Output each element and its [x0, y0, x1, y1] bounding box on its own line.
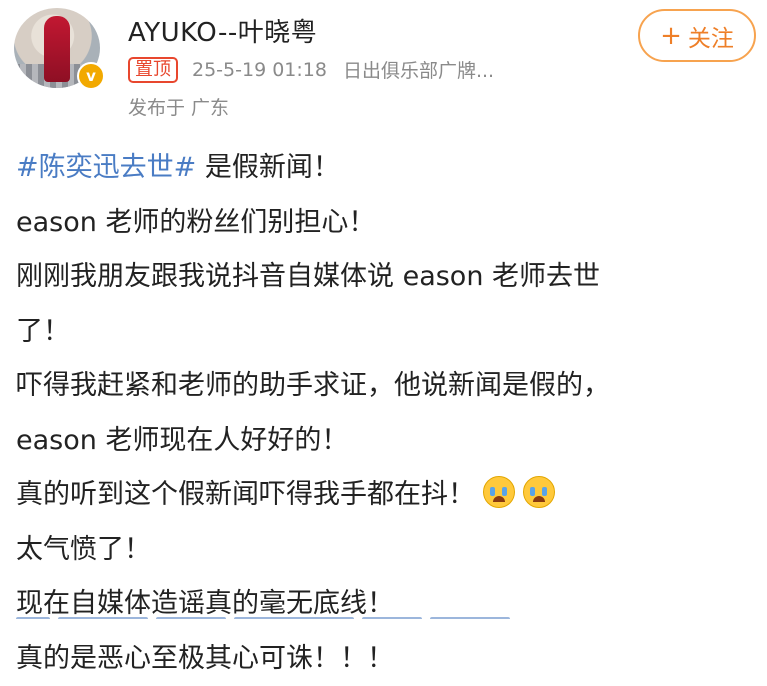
follow-button[interactable]: + 关注 [638, 9, 756, 62]
verified-badge-icon: v [77, 62, 105, 90]
content-line: eason 老师的粉丝们别担心！ [16, 196, 756, 251]
content-line: 吓得我赶紧和老师的助手求证，他说新闻是假的， [16, 359, 756, 414]
post-location: 发布于 广东 [128, 93, 229, 120]
avatar-figure [44, 16, 70, 82]
pinned-badge: 置顶 [128, 57, 178, 83]
content-line-with-emoji: 真的听到这个假新闻吓得我手都在抖！ [16, 468, 756, 523]
crying-face-icon [523, 476, 555, 508]
post-timestamp: 25-5-19 01:18 [192, 59, 327, 81]
content-text: 真的听到这个假新闻吓得我手都在抖！ [16, 479, 475, 510]
post-header: v AYUKO--叶晓粤 + 关注 置顶 25-5-19 01:18 日出俱乐部… [0, 0, 767, 130]
post-source[interactable]: 日出俱乐部广牌... [343, 56, 494, 83]
content-line: 真的是恶心至极其心可诛！！！ [16, 632, 756, 686]
post-meta: 置顶 25-5-19 01:18 日出俱乐部广牌... [128, 56, 494, 83]
crying-face-icon [483, 476, 515, 508]
content-line: eason 老师现在人好好的！ [16, 414, 756, 469]
clipped-next-line [16, 606, 616, 619]
plus-icon: + [660, 23, 682, 49]
follow-button-label: 关注 [688, 19, 734, 53]
username[interactable]: AYUKO--叶晓粤 [128, 12, 317, 49]
hashtag-link[interactable]: #陈奕迅去世# [16, 152, 196, 183]
content-line: 现在自媒体造谣真的毫无底线！ [16, 577, 756, 632]
content-line: 刚刚我朋友跟我说抖音自媒体说 eason 老师去世 [16, 250, 756, 305]
post-content: #陈奕迅去世# 是假新闻！ eason 老师的粉丝们别担心！ 刚刚我朋友跟我说抖… [16, 141, 756, 686]
content-line: 太气愤了！ [16, 523, 756, 578]
content-line-1: #陈奕迅去世# 是假新闻！ [16, 141, 756, 196]
content-text: 是假新闻！ [196, 152, 340, 183]
content-line: 了！ [16, 305, 756, 360]
